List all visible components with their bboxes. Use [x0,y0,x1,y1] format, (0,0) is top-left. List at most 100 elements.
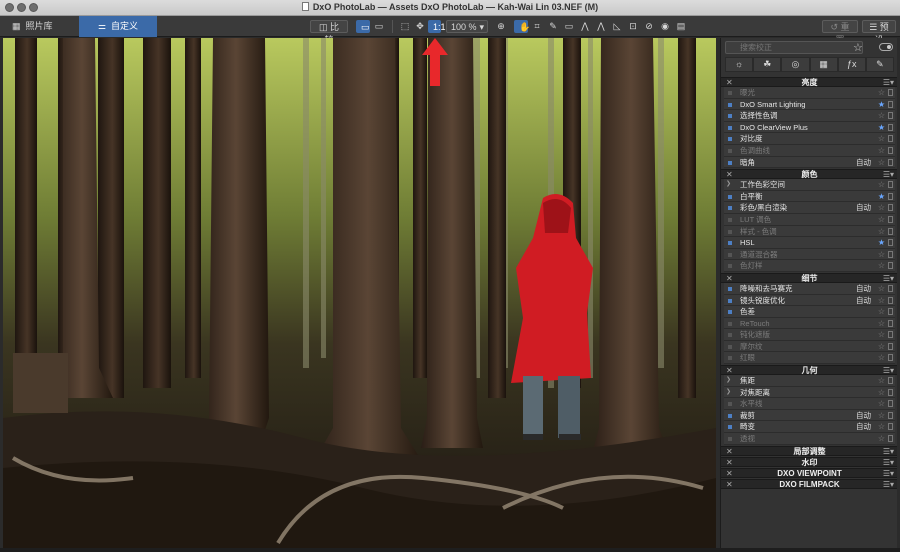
pin-icon[interactable] [888,215,893,223]
pin-icon[interactable] [888,377,893,385]
star-icon[interactable]: ★ [878,191,885,202]
close-icon[interactable]: ✕ [726,469,733,478]
star-icon[interactable]: ★ [878,122,885,133]
enable-toggle[interactable] [728,125,732,130]
correction-row[interactable]: 钝化遮版 ☆ [724,329,895,341]
correction-row[interactable]: DxO Smart Lighting ★ [724,98,895,111]
correction-row[interactable]: 摩尔纹 ☆ [724,340,895,353]
actual-size-button[interactable]: 1:1 [428,20,446,33]
correction-row[interactable]: 通道混合器 ☆ [724,248,895,261]
enable-toggle[interactable] [728,229,732,234]
close-icon[interactable]: ✕ [726,170,733,179]
correction-row[interactable]: 暗角 自动 ☆ [724,156,895,169]
section-header[interactable]: ✕ 几何 ☰▾ [721,365,897,376]
star-icon[interactable]: ☆ [878,214,885,225]
close-icon[interactable]: ✕ [726,366,733,375]
correction-row[interactable]: 裁剪 自动 ☆ [724,409,895,422]
enable-toggle[interactable] [728,91,732,95]
star-icon[interactable]: ☆ [878,145,885,156]
pin-icon[interactable] [888,181,893,189]
section-header[interactable]: ✕ DXO FILMPACK ☰▾ [721,478,897,489]
correction-row[interactable]: 色差 ☆ [724,306,895,318]
close-icon[interactable]: ✕ [726,447,733,456]
pin-icon[interactable] [888,423,893,431]
panel-toggle[interactable] [879,43,893,51]
pin-icon[interactable] [888,284,893,292]
tab-library[interactable]: ▦ 照片库 [0,16,79,37]
star-icon[interactable]: ☆ [878,249,885,260]
section-header[interactable]: ✕ 亮度 ☰▾ [721,77,897,87]
close-icon[interactable]: ✕ [726,274,733,283]
fx-icon[interactable]: ƒx [837,57,866,72]
correction-row[interactable]: 红眼 ☆ [724,352,895,365]
perspective-tool-button[interactable]: ⋀ [578,20,592,33]
star-icon[interactable]: ★ [878,237,885,248]
star-icon[interactable]: ☆ [878,352,885,363]
star-icon[interactable]: ☆ [878,433,885,444]
pin-icon[interactable] [888,296,893,304]
correction-row[interactable]: ❯ 对焦距离 ☆ [724,386,895,399]
star-icon[interactable]: ☆ [878,306,885,317]
pin-icon[interactable] [888,112,893,120]
section-menu-icon[interactable]: ☰▾ [883,480,894,489]
correction-row[interactable]: 彩色/黑白渲染 自动 ☆ [724,202,895,214]
pin-icon[interactable] [888,388,893,396]
hand-tool-button[interactable]: ✋ [514,20,530,33]
enable-toggle[interactable] [728,252,732,257]
pin-icon[interactable] [888,158,893,166]
star-icon[interactable]: ☆ [878,398,885,409]
star-icon[interactable]: ★ [878,99,885,110]
pin-icon[interactable] [888,100,893,108]
pin-icon[interactable] [888,308,893,316]
horizon-tool-button[interactable]: ⋀ [594,20,608,33]
tab-customize[interactable]: ⚌ 自定义 [79,16,157,37]
section-menu-icon[interactable]: ☰▾ [883,274,894,283]
section-header[interactable]: ✕ 颜色 ☰▾ [721,169,897,180]
correction-row[interactable]: 畸变 自动 ☆ [724,421,895,434]
pin-icon[interactable] [888,227,893,235]
star-icon[interactable]: ☆ [878,318,885,329]
chevron-right-icon[interactable]: ❯ [726,375,731,386]
redeye-tool-button[interactable]: ⊡ [626,20,640,33]
compare-button[interactable]: ◫ 比较 [310,20,348,45]
correction-row[interactable]: 曝光 ☆ [724,87,895,99]
close-icon[interactable]: ✕ [726,458,733,467]
image-viewer[interactable] [3,38,716,548]
pin-icon[interactable] [888,239,893,247]
zoom-select[interactable]: 100 % ▾ [446,20,488,33]
enable-toggle[interactable] [728,413,732,418]
preview-button[interactable]: ◉ [658,20,672,33]
split-view-button[interactable]: ▭ [372,20,386,33]
star-icon[interactable]: ☆ [878,421,885,432]
pin-icon[interactable] [888,146,893,154]
correction-row[interactable]: 色调曲线 ☆ [724,144,895,157]
enable-toggle[interactable] [728,402,732,407]
move-button[interactable]: ✥ [413,20,427,33]
star-icon[interactable]: ☆ [878,110,885,121]
close-icon[interactable]: ✕ [726,480,733,489]
palette-icon[interactable]: ☘ [753,57,782,72]
star-icon[interactable]: ☆ [878,375,885,386]
star-icon[interactable]: ☆ [878,410,885,421]
correction-row[interactable]: DxO ClearView Plus ★ [724,121,895,134]
chevron-right-icon[interactable]: ❯ [726,387,731,398]
enable-toggle[interactable] [728,114,732,119]
enable-toggle[interactable] [728,148,732,153]
pin-icon[interactable] [888,400,893,408]
detail-icon[interactable]: ▦ [809,57,838,72]
enable-toggle[interactable] [728,194,732,199]
sun-icon[interactable]: ☼ [725,57,754,72]
crop-tool-button[interactable]: ⌗ [530,20,544,33]
presets-button[interactable]: ☰ 预设 [862,20,896,45]
enable-toggle[interactable] [728,137,732,142]
enable-toggle[interactable] [728,102,732,107]
star-icon[interactable]: ☆ [878,179,885,190]
enable-toggle[interactable] [728,344,732,349]
correction-row[interactable]: HSL ★ [724,237,895,249]
favorite-filter-icon[interactable]: ☆ [853,41,863,54]
section-menu-icon[interactable]: ☰▾ [883,469,894,478]
pin-icon[interactable] [888,319,893,327]
star-icon[interactable]: ☆ [878,133,885,144]
enable-toggle[interactable] [728,310,732,315]
reset-button[interactable]: ↺ 重置 [822,20,858,45]
